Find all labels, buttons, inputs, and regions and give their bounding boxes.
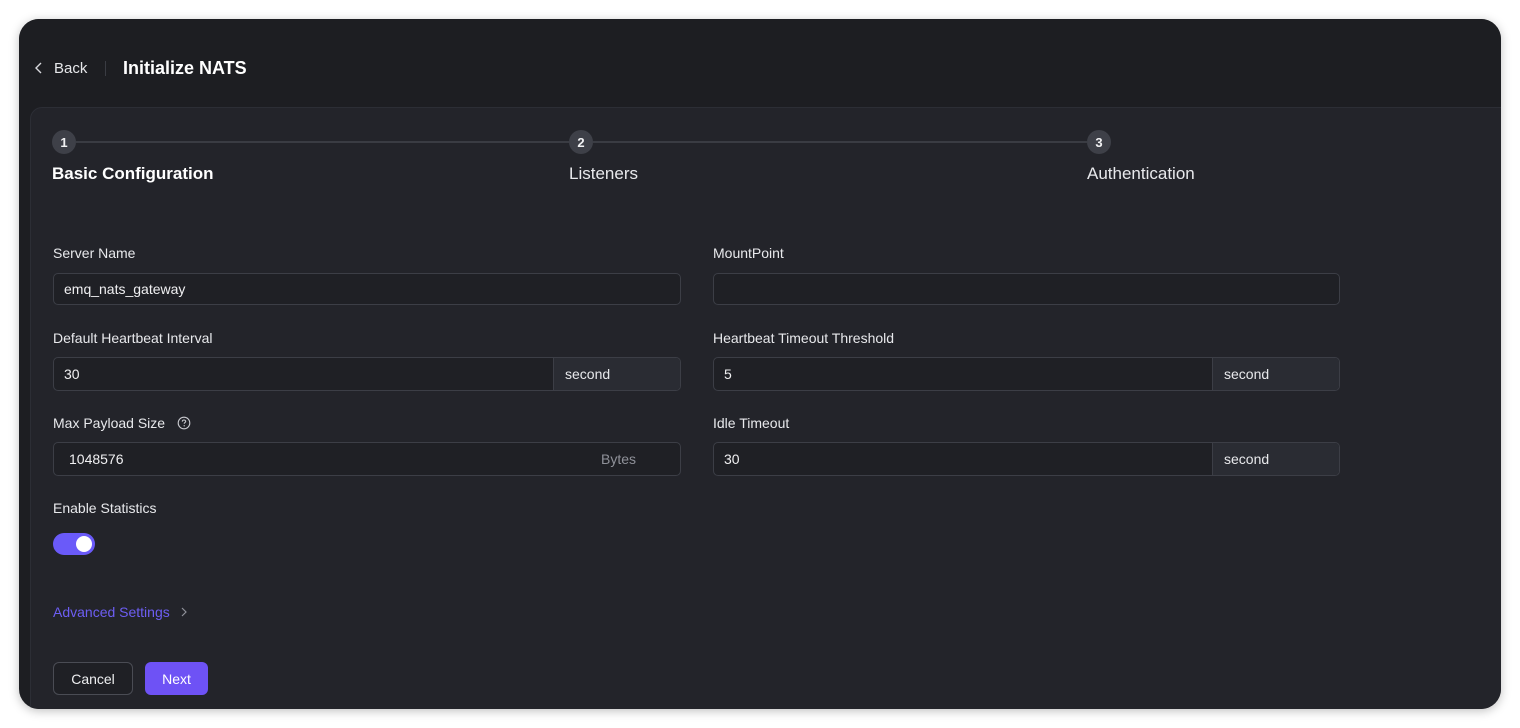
form-panel: 1 Basic Configuration 2 Listeners 3 Auth… (30, 107, 1501, 709)
back-label: Back (54, 59, 88, 77)
question-circle-icon[interactable] (177, 416, 191, 430)
step-connector-2 (593, 141, 1087, 143)
stepper: 1 Basic Configuration 2 Listeners 3 Auth… (52, 130, 1212, 190)
heartbeat-interval-label: Default Heartbeat Interval (53, 330, 213, 346)
step-number: 2 (569, 130, 593, 154)
heartbeat-interval-unit-select[interactable]: second (553, 358, 680, 390)
mountpoint-label: MountPoint (713, 245, 784, 261)
idle-timeout-value[interactable]: 30 (714, 443, 1212, 475)
chevron-left-icon (35, 62, 42, 74)
max-payload-label-text: Max Payload Size (53, 415, 166, 431)
server-name-label: Server Name (53, 245, 136, 261)
idle-timeout-input[interactable]: 30 second (713, 442, 1340, 476)
max-payload-label: Max Payload Size (53, 414, 191, 432)
step-basic-configuration[interactable]: 1 Basic Configuration (52, 130, 214, 190)
advanced-settings-link[interactable]: Advanced Settings (53, 604, 190, 620)
heartbeat-timeout-value[interactable]: 5 (714, 358, 1212, 390)
max-payload-suffix: Bytes (600, 451, 636, 467)
heartbeat-timeout-input[interactable]: 5 second (713, 357, 1340, 391)
step-label: Authentication (1087, 164, 1195, 183)
chevron-right-icon (181, 607, 187, 617)
step-label: Listeners (569, 164, 638, 183)
heartbeat-interval-value[interactable]: 30 (54, 358, 553, 390)
step-listeners[interactable]: 2 Listeners (569, 130, 638, 190)
step-number: 3 (1087, 130, 1111, 154)
heartbeat-timeout-unit-select[interactable]: second (1212, 358, 1339, 390)
server-name-input[interactable]: emq_nats_gateway (53, 273, 681, 305)
idle-timeout-unit-select[interactable]: second (1212, 443, 1339, 475)
max-payload-input[interactable]: 1048576 Bytes (53, 442, 681, 476)
app-window: Back Initialize NATS 1 Basic Configurati… (19, 19, 1501, 709)
page-title: Initialize NATS (123, 58, 247, 78)
next-button[interactable]: Next (145, 662, 208, 695)
server-name-value: emq_nats_gateway (64, 281, 186, 297)
step-label: Basic Configuration (52, 164, 214, 183)
step-number: 1 (52, 130, 76, 154)
toggle-knob (76, 536, 92, 552)
cancel-button[interactable]: Cancel (53, 662, 133, 695)
max-payload-value: 1048576 (69, 451, 124, 467)
idle-timeout-label: Idle Timeout (713, 415, 790, 431)
advanced-settings-label: Advanced Settings (53, 604, 170, 620)
top-bar: Back Initialize NATS (19, 19, 1501, 107)
enable-statistics-label: Enable Statistics (53, 500, 157, 516)
back-button[interactable]: Back (32, 57, 87, 79)
heartbeat-interval-input[interactable]: 30 second (53, 357, 681, 391)
step-connector-1 (76, 141, 569, 143)
heartbeat-timeout-label: Heartbeat Timeout Threshold (713, 330, 895, 346)
header-divider (105, 61, 106, 76)
step-authentication[interactable]: 3 Authentication (1087, 130, 1195, 190)
mountpoint-input[interactable] (713, 273, 1340, 305)
enable-statistics-toggle[interactable] (53, 533, 95, 555)
